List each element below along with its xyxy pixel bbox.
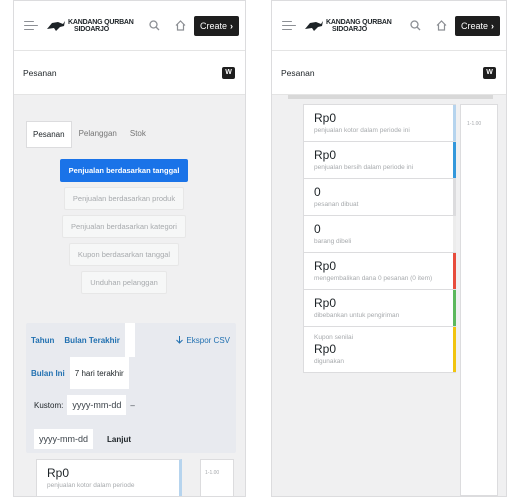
range-dash: –: [130, 400, 135, 410]
summary-card: Rp0 dibebankan untuk pengiriman: [303, 290, 456, 327]
date-from-input[interactable]: yyyy-mm-dd: [67, 395, 127, 415]
summary-card-value: 0: [314, 222, 321, 236]
brand-logo[interactable]: KANDANG QURBAN SIDOARJO: [46, 19, 134, 33]
page-title: Pesanan: [281, 67, 315, 78]
create-label: Create: [460, 20, 488, 31]
gross-sales-desc: penjualan kotor dalam periode: [47, 482, 135, 489]
woocommerce-icon[interactable]: W: [222, 66, 235, 79]
create-button[interactable]: Create ›: [193, 15, 239, 36]
report-sales-by-category-button[interactable]: Penjualan berdasarkan kategori: [62, 215, 186, 238]
summary-card-value: Rp0: [314, 111, 337, 125]
date-filter-panel: Tahun Bulan Terakhir Ekspor CSV Bulan In…: [26, 323, 236, 453]
range-last-month-button[interactable]: Bulan Terakhir: [59, 323, 124, 357]
brand-logo[interactable]: KANDANG QURBAN SIDOARJO: [304, 19, 392, 33]
summary-card: Rp0 penjualan bersih dalam periode ini: [303, 142, 456, 179]
home-icon[interactable]: [435, 19, 449, 33]
top-bar: KANDANG QURBAN SIDOARJO Create ›: [14, 1, 245, 51]
chart-axis-partial: 1-1.00: [200, 459, 234, 496]
report-sales-by-product-button[interactable]: Penjualan berdasarkan produk: [63, 187, 185, 210]
summary-card-value: 0: [314, 185, 321, 199]
report-sales-by-date-button[interactable]: Penjualan berdasarkan tanggal: [59, 159, 189, 182]
home-icon[interactable]: [174, 19, 188, 33]
range-this-month-button[interactable]: Bulan Ini: [26, 357, 70, 389]
chart-panel: 1-1.00: [460, 104, 498, 496]
top-bar: KANDANG QURBAN SIDOARJO Create ›: [272, 1, 506, 51]
tab-pesanan[interactable]: Pesanan: [26, 121, 72, 148]
summary-card-desc: barang dibeli: [314, 238, 352, 245]
summary-card: Rp0 penjualan kotor dalam periode ini: [303, 104, 456, 142]
page-header: Pesanan W: [14, 51, 245, 95]
left-screen: KANDANG QURBAN SIDOARJO Create › Pesanan…: [13, 0, 246, 497]
report-tabs: Pesanan Pelanggan Stok: [26, 121, 152, 148]
export-csv-label: Ekspor CSV: [186, 335, 230, 345]
summary-card: Rp0 mengembalikan dana 0 pesanan (0 item): [303, 253, 456, 290]
summary-card-desc: dibebankan untuk pengiriman: [314, 312, 400, 319]
download-arrow-icon: [176, 336, 184, 344]
create-button[interactable]: Create ›: [454, 15, 500, 36]
summary-card-value: Rp0: [314, 148, 337, 162]
brand-line-2: SIDOARJO: [332, 25, 367, 33]
right-screen: KANDANG QURBAN SIDOARJO Create › Pesanan…: [271, 0, 507, 497]
page-title: Pesanan: [23, 67, 57, 78]
summary-card-desc: mengembalikan dana 0 pesanan (0 item): [314, 275, 433, 282]
summary-card-value: Rp0: [314, 296, 337, 310]
chevron-right-icon: ›: [230, 20, 233, 31]
report-coupons-by-date-button[interactable]: Kupon berdasarkan tanggal: [68, 243, 180, 266]
brand-line-1: KANDANG QURBAN: [68, 18, 134, 26]
summary-card: 0 barang dibeli: [303, 216, 456, 253]
page-header: Pesanan W: [272, 51, 506, 95]
cow-logo-icon: [47, 20, 65, 31]
export-csv-link[interactable]: Ekspor CSV: [176, 336, 236, 345]
range-last-7-days-button[interactable]: 7 hari terakhir: [69, 357, 129, 389]
summary-card-value: Rp0: [314, 259, 337, 273]
menu-icon[interactable]: [24, 20, 38, 31]
gross-sales-value: Rp0: [47, 466, 70, 480]
summary-card-desc: pesanan dibuat: [314, 201, 359, 208]
scroll-shadow: [288, 95, 493, 99]
summary-card-prefix: Kupon senilai: [314, 334, 354, 341]
search-icon[interactable]: [148, 19, 162, 33]
menu-icon[interactable]: [282, 20, 296, 31]
chevron-right-icon: ›: [491, 20, 494, 31]
summary-card: 0 pesanan dibuat: [303, 179, 456, 216]
brand-line-1: KANDANG QURBAN: [326, 18, 392, 26]
tab-pelanggan[interactable]: Pelanggan: [72, 121, 123, 148]
summary-cards: Rp0 penjualan kotor dalam periode ini Rp0 p…: [303, 104, 456, 373]
woocommerce-icon[interactable]: W: [483, 66, 496, 79]
gross-sales-card-partial: Rp0 penjualan kotor dalam periode: [36, 459, 182, 496]
create-label: Create: [199, 20, 227, 31]
summary-card-value: Rp0: [314, 342, 337, 356]
apply-button[interactable]: Lanjut: [107, 435, 131, 444]
custom-range-label: Kustom:: [34, 400, 64, 410]
date-to-input[interactable]: yyyy-mm-dd: [34, 429, 93, 449]
chart-axis-tick: 1-1.00: [467, 121, 482, 127]
cow-logo-icon: [305, 20, 323, 31]
summary-card: Kupon senilai Rp0 digunakan: [303, 327, 456, 373]
summary-card-desc: digunakan: [314, 358, 344, 365]
tab-stok[interactable]: Stok: [123, 121, 152, 148]
search-icon[interactable]: [409, 19, 423, 33]
summary-card-desc: penjualan bersih dalam periode ini: [314, 164, 414, 171]
report-customer-downloads-button[interactable]: Unduhan pelanggan: [81, 271, 167, 294]
report-type-list: Penjualan berdasarkan tanggal Penjualan …: [26, 159, 222, 294]
range-year-button[interactable]: Tahun: [26, 323, 59, 357]
brand-line-2: SIDOARJO: [74, 25, 109, 33]
summary-card-desc: penjualan kotor dalam periode ini: [314, 127, 410, 134]
